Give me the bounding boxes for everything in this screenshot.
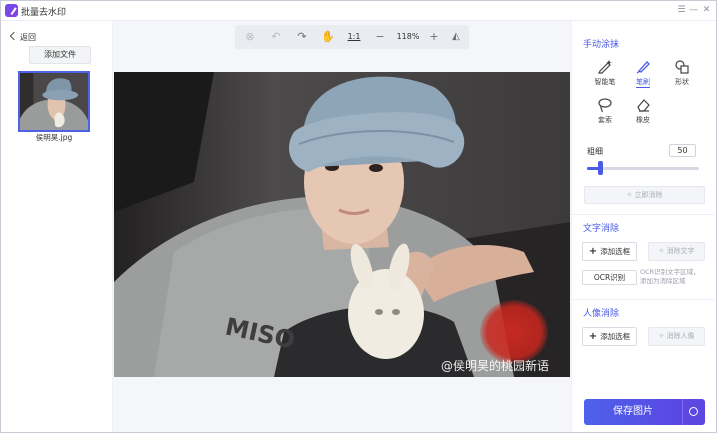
tools-panel: 手动涂抹 智能笔 笔刷 形状 套索 橡皮 粗细 50 ✧ 立即消除 文字消除 +…: [571, 21, 716, 432]
brush-mark: [480, 300, 548, 364]
portrait-removal-title: 人像消除: [583, 309, 620, 319]
title-bar: 批量去水印 ☰ — ✕: [1, 1, 716, 21]
file-name: 侯明昊.jpg: [35, 133, 73, 142]
watermark-text: @侯明昊的桃园新语: [441, 358, 549, 373]
text-add-box-button[interactable]: + 添加选框: [582, 242, 637, 261]
hand-icon[interactable]: ✋: [317, 25, 339, 49]
thickness-input[interactable]: 50: [669, 144, 696, 157]
canvas-toolbar: ⊗ ↶ ↷ ✋ 1:1 − 118% + ◭: [235, 25, 469, 49]
ocr-note: OCR识别文字区域，添加为消除区域: [640, 268, 700, 285]
remove-portrait-label: 消除人像: [666, 332, 695, 340]
thickness-label: 粗细: [587, 147, 603, 156]
app-window: 批量去水印 ☰ — ✕ 返回 添加文件 侯明昊.jpg ⊗ ↶ ↷ ✋ 1:1 …: [0, 0, 717, 433]
text-removal-title: 文字消除: [583, 224, 620, 234]
back-button[interactable]: 返回: [9, 31, 36, 43]
close-icon[interactable]: ✕: [701, 4, 712, 16]
divider: [572, 214, 715, 215]
thumbnail-image: [20, 73, 88, 130]
app-logo-icon: [5, 4, 18, 17]
zoom-in-button[interactable]: +: [423, 25, 445, 49]
eraser-icon: [637, 99, 650, 112]
file-thumbnail[interactable]: [18, 71, 90, 132]
portrait-add-box-button[interactable]: + 添加选框: [582, 327, 637, 346]
smart-pen-icon: [598, 60, 612, 74]
shape-icon: [675, 60, 689, 74]
ratio-1-1-button[interactable]: 1:1: [343, 25, 365, 49]
app-title: 批量去水印: [21, 8, 67, 18]
tool-lasso-label: 套索: [598, 116, 612, 124]
tool-shape-label: 形状: [675, 78, 689, 86]
add-file-button[interactable]: 添加文件: [29, 46, 91, 64]
magic-icon: ✧: [626, 191, 635, 199]
erase-now-label: 立即消除: [634, 191, 663, 199]
undo-icon[interactable]: ↶: [265, 25, 287, 49]
text-add-box-label: 添加选框: [600, 247, 631, 256]
minimize-icon[interactable]: —: [688, 4, 699, 16]
save-image-button[interactable]: 保存图片: [584, 399, 682, 425]
workspace: ⊗ ↶ ↷ ✋ 1:1 − 118% + ◭ MISO @侯明昊的桃园新语: [113, 21, 571, 432]
photo: MISO @侯明昊的桃园新语: [114, 72, 570, 377]
redo-icon[interactable]: ↷: [291, 25, 313, 49]
back-label: 返回: [20, 33, 36, 42]
chevron-left-icon: [9, 31, 19, 41]
zoom-out-button[interactable]: −: [369, 25, 391, 49]
tool-eraser[interactable]: 橡皮: [628, 97, 658, 125]
settings-icon[interactable]: [682, 399, 705, 425]
plus-icon: +: [588, 246, 598, 257]
remove-text-label: 消除文字: [666, 247, 695, 255]
tool-shape[interactable]: 形状: [667, 59, 697, 87]
thickness-slider-handle[interactable]: [598, 161, 604, 175]
remove-portrait-button[interactable]: ✧ 消除人像: [648, 327, 705, 346]
tool-brush[interactable]: 笔刷: [628, 59, 658, 88]
compare-icon[interactable]: ◭: [445, 25, 467, 49]
menu-icon[interactable]: ☰: [676, 4, 687, 16]
file-panel: 返回 添加文件 侯明昊.jpg: [1, 21, 113, 432]
portrait-add-box-label: 添加选框: [600, 332, 631, 341]
magic-icon: ✧: [658, 247, 667, 255]
tool-smart-pen-label: 智能笔: [594, 78, 616, 86]
thickness-slider[interactable]: [587, 167, 699, 170]
remove-text-button[interactable]: ✧ 消除文字: [648, 242, 705, 261]
erase-now-button[interactable]: ✧ 立即消除: [584, 186, 705, 204]
tool-eraser-label: 橡皮: [636, 116, 650, 124]
magic-icon: ✧: [658, 332, 667, 340]
tool-brush-label: 笔刷: [636, 78, 650, 88]
divider: [572, 299, 715, 300]
zoom-level: 118%: [396, 32, 420, 41]
lasso-icon: [598, 98, 612, 113]
clear-icon[interactable]: ⊗: [239, 25, 261, 49]
ocr-button[interactable]: OCR识别: [582, 270, 637, 285]
manual-section-title: 手动涂抹: [583, 40, 620, 50]
tool-lasso[interactable]: 套索: [590, 97, 620, 125]
tool-smart-pen[interactable]: 智能笔: [590, 59, 620, 87]
plus-icon: +: [588, 331, 598, 342]
image-canvas[interactable]: MISO @侯明昊的桃园新语: [114, 72, 570, 377]
brush-icon: [636, 61, 650, 74]
